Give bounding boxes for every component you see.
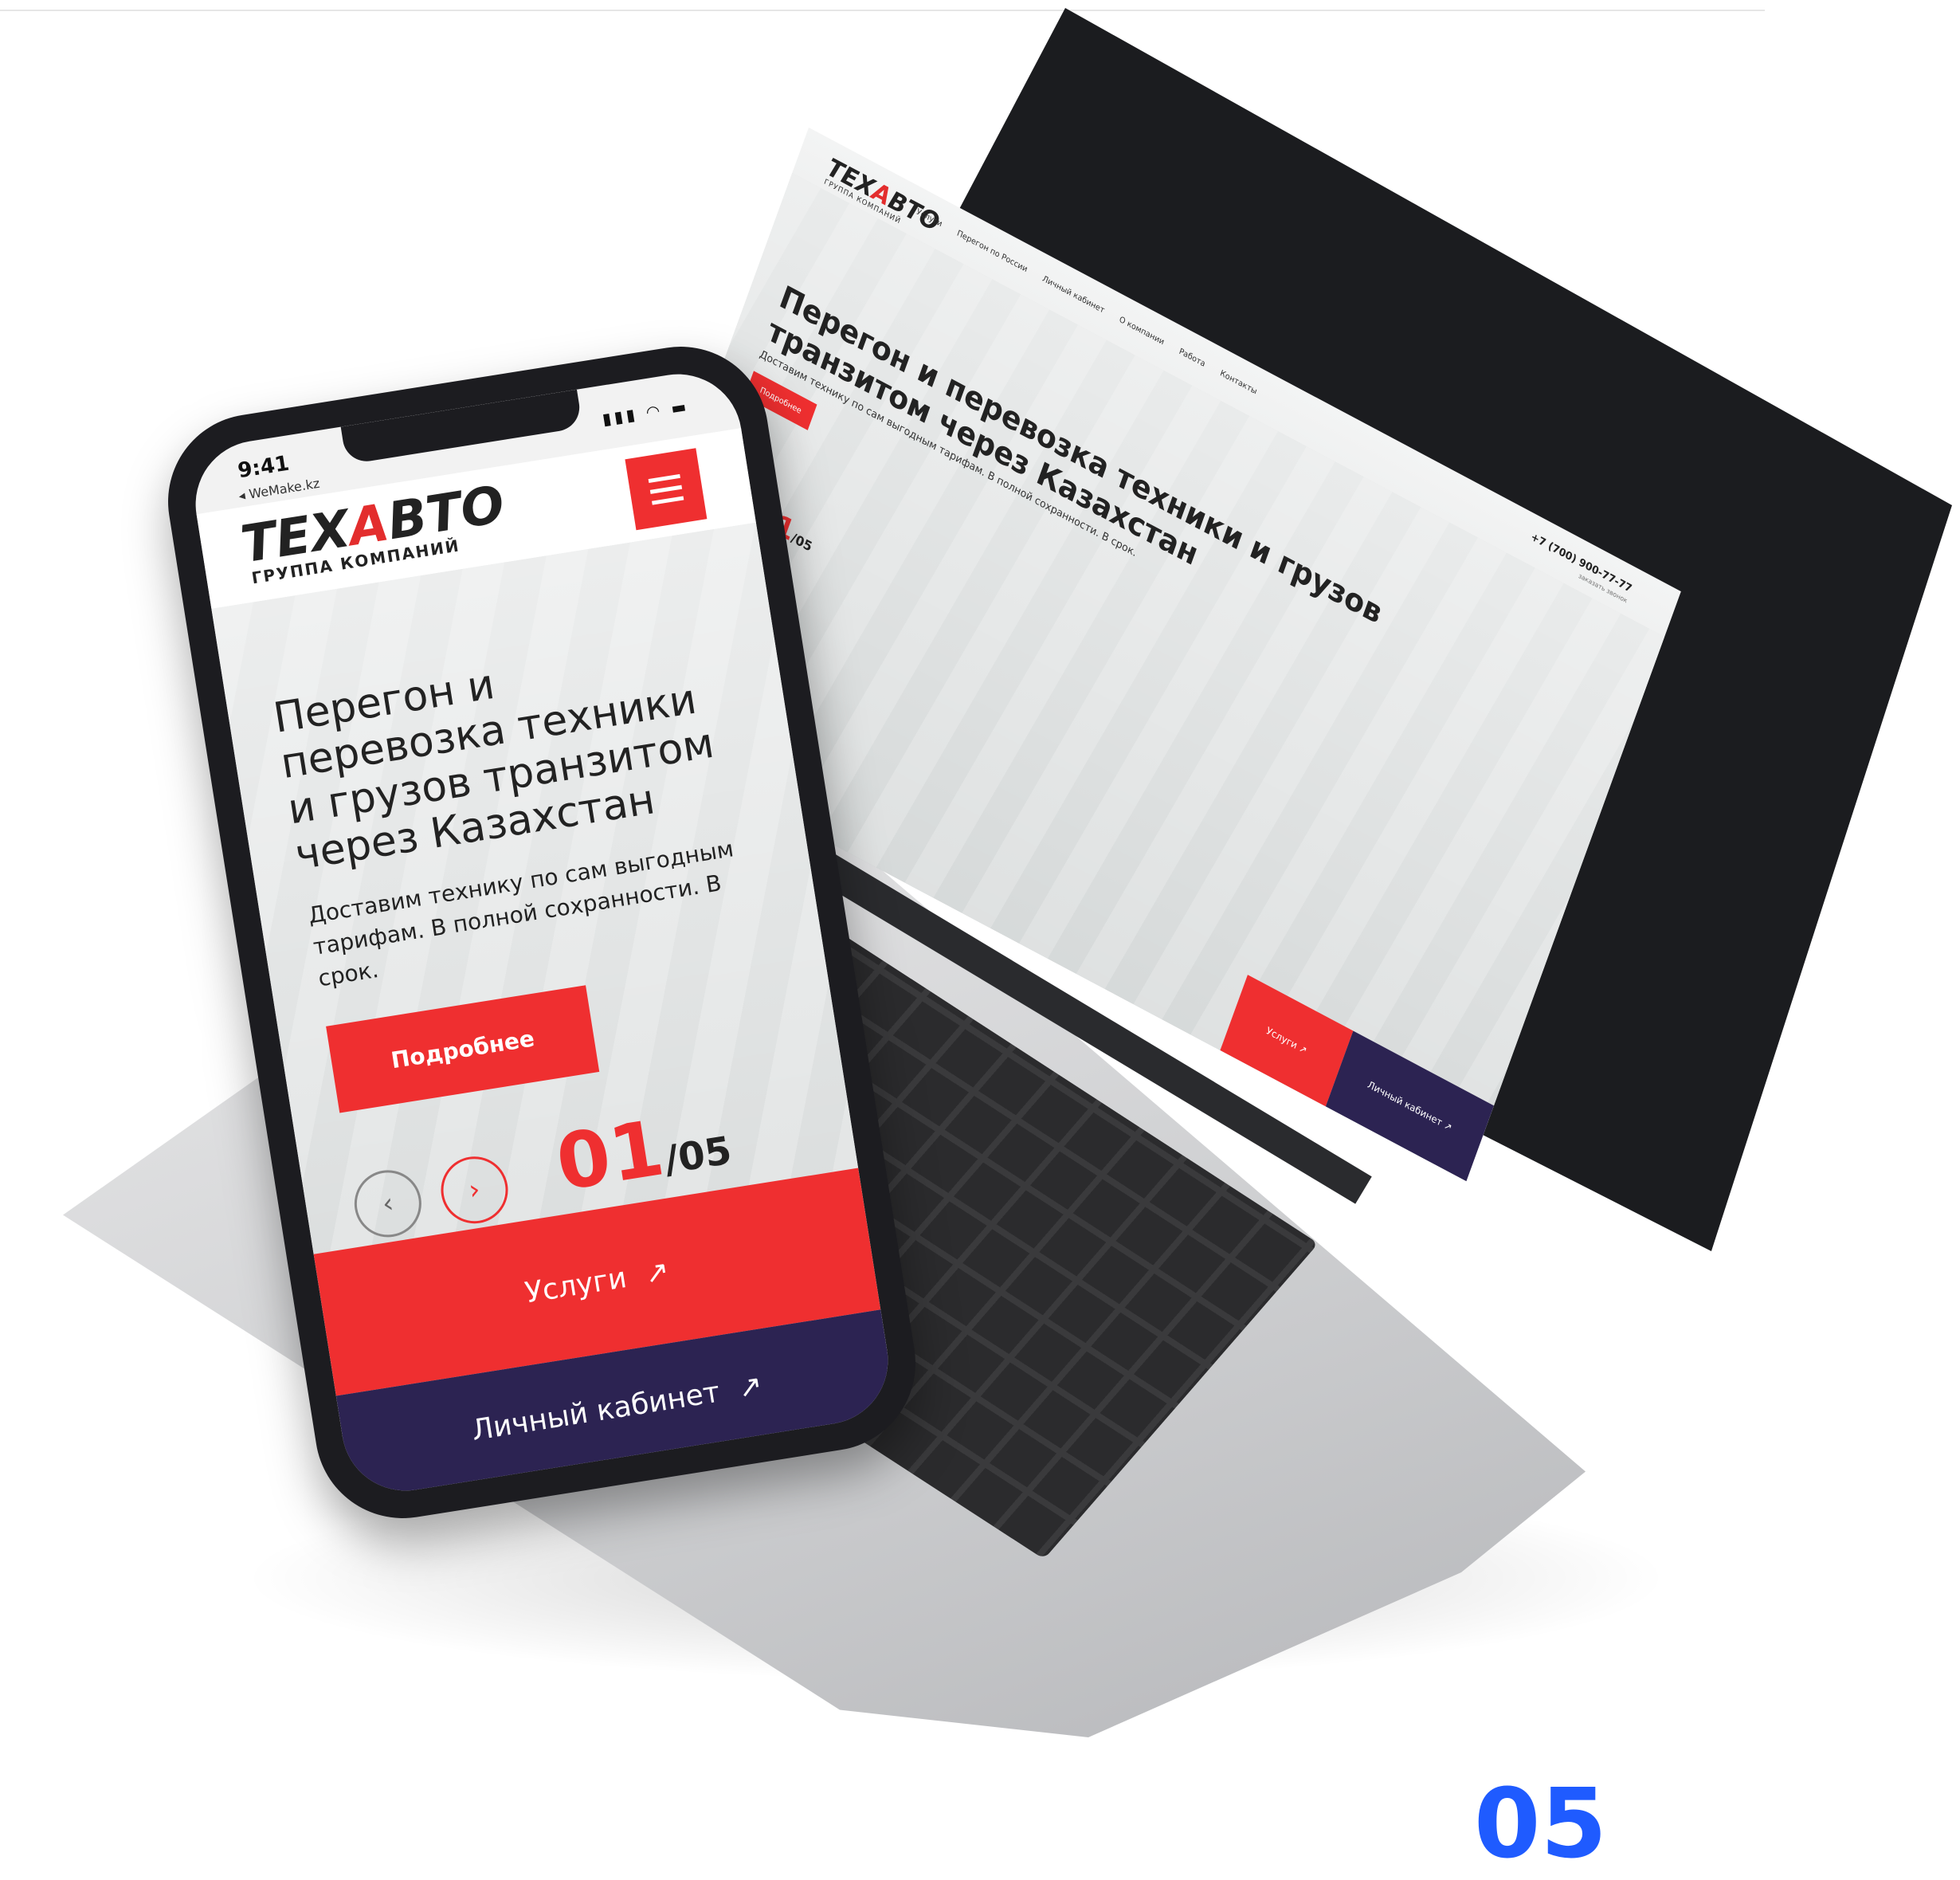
nav-item-cabinet[interactable]: Личный кабинет bbox=[1041, 274, 1106, 315]
arrow-up-right-icon: ↗ bbox=[642, 1254, 672, 1291]
nav-item-contacts[interactable]: Контакты bbox=[1219, 369, 1258, 397]
arrow-up-right-icon: ↗ bbox=[735, 1368, 765, 1405]
menu-icon[interactable] bbox=[625, 448, 708, 531]
services-label: Услуги bbox=[523, 1261, 629, 1310]
status-time: 9:41 bbox=[236, 451, 292, 484]
top-divider bbox=[0, 10, 1765, 11]
cabinet-label: Личный кабинет bbox=[469, 1375, 723, 1447]
slide-current: 01 bbox=[550, 1103, 670, 1208]
nav-item-jobs[interactable]: Работа bbox=[1178, 347, 1206, 369]
slide-total: /05 bbox=[661, 1128, 735, 1183]
corner-page-number: 05 bbox=[1474, 1769, 1607, 1880]
prev-arrow-icon[interactable]: ‹ bbox=[349, 1165, 426, 1242]
next-arrow-icon[interactable]: › bbox=[436, 1152, 513, 1229]
nav-item-about[interactable]: О компании bbox=[1118, 316, 1165, 347]
signal-wifi-battery-icon: ▮▮▮ ◠ ▬ bbox=[601, 396, 691, 430]
